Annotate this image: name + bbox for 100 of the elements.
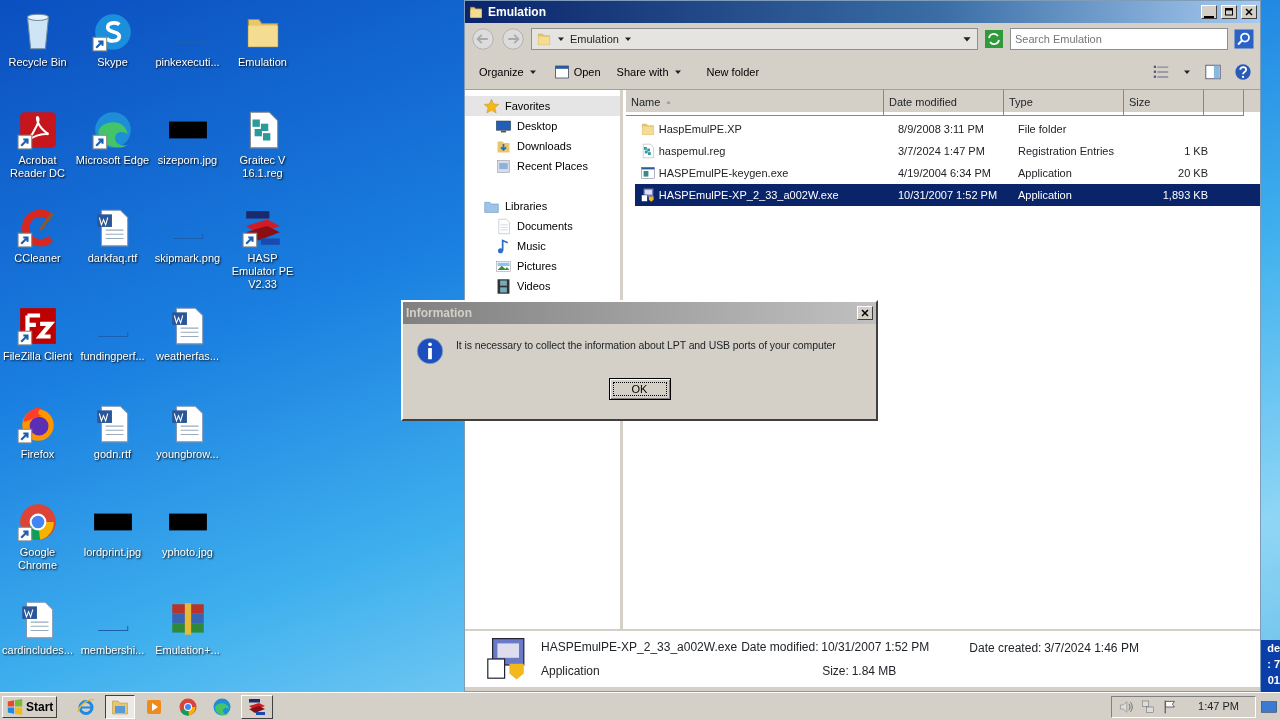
file-row[interactable]: HASPEmulPE-XP_2_33_a002W.exe 10/31/2007 1:52 PM Application 1,893 KB — [635, 184, 1260, 206]
icon-label[interactable]: darkfaq.rtf — [75, 252, 150, 265]
close-button[interactable] — [857, 306, 873, 320]
taskbar-button[interactable] — [105, 694, 136, 719]
file-name: HASPEmulPE-XP_2_33_a002W.exe — [658, 187, 839, 203]
help-icon[interactable] — [1234, 63, 1252, 81]
maximize-button[interactable] — [1221, 5, 1237, 19]
window-title: Information — [406, 305, 473, 322]
icon-label[interactable]: Microsoft Edge — [75, 154, 150, 167]
file-name: HaspEmulPE.XP — [658, 121, 742, 137]
detail-file-type: Application — [541, 662, 601, 680]
start-button[interactable]: Start — [2, 695, 58, 718]
file-name: HASPEmulPE-keygen.exe — [658, 165, 789, 181]
window-fragment-text: de — [1267, 641, 1280, 656]
column-header[interactable]: Type — [1004, 90, 1124, 116]
folder-icon — [536, 31, 552, 47]
icon-label[interactable]: weatherfas... — [150, 350, 225, 363]
detail-label: Date created: — [969, 640, 1042, 657]
folder-icon — [468, 4, 484, 20]
size-cell-text: 1 KB — [1183, 143, 1209, 159]
open-window-icon — [553, 64, 570, 80]
file-row[interactable]: HASPEmulPE-keygen.exe 4/19/2004 6:34 PM Application 20 KB — [635, 162, 1260, 184]
detail-value: 10/31/2007 1:52 PM — [821, 639, 930, 657]
icon-label[interactable]: Acrobat Reader DC — [0, 154, 75, 180]
icon-label[interactable]: HASP Emulator PE V2.33 — [225, 252, 300, 291]
date-cell-text: 8/9/2008 3:11 PM — [897, 121, 986, 137]
file-row[interactable]: HaspEmulPE.XP 8/9/2008 3:11 PM File folder — [635, 118, 1260, 140]
detail-label: Size: — [822, 662, 849, 680]
icon-label[interactable]: Skype — [75, 56, 150, 69]
preview-pane-icon[interactable] — [1204, 63, 1222, 81]
column-header[interactable]: Name — [626, 90, 884, 116]
search-field[interactable]: Search Emulation — [1010, 28, 1228, 50]
acrobat-shortcut-icon[interactable] — [16, 109, 59, 151]
column-header[interactable]: Size — [1124, 90, 1204, 116]
window-title: Emulation — [488, 4, 547, 21]
type-cell-text: File folder — [1017, 121, 1068, 137]
minimize-button[interactable] — [1201, 5, 1217, 19]
refresh-icon[interactable] — [984, 29, 1004, 49]
monitor-icon — [495, 117, 512, 135]
file-name: haspemul.reg — [658, 143, 726, 159]
edge-shortcut-icon[interactable] — [91, 109, 134, 151]
window-fragment-text: : 7 — [1267, 657, 1280, 672]
icon-label[interactable]: fundingperf... — [75, 350, 150, 363]
address-bar[interactable]: Emulation — [531, 28, 978, 50]
size-cell-text: 1,893 KB — [1161, 187, 1209, 203]
icon-label[interactable]: Graitec V 16.1.reg — [225, 154, 300, 180]
icon-label[interactable]: sizeporn.jpg — [150, 154, 225, 167]
icon-label[interactable]: skipmark.png — [150, 252, 225, 265]
registry-file-icon — [640, 143, 656, 159]
info-icon — [415, 336, 445, 366]
icon-label[interactable]: Recycle Bin — [0, 56, 75, 69]
recent-places-icon — [495, 157, 512, 175]
documents-icon — [495, 217, 512, 235]
toolbar-button[interactable]: Organize — [473, 60, 544, 84]
views-icon[interactable] — [1152, 63, 1170, 81]
film-icon — [495, 277, 512, 295]
icon-label[interactable]: CCleaner — [0, 252, 75, 265]
nav-item[interactable]: Downloads — [465, 136, 620, 156]
type-cell-text: Application — [1017, 187, 1073, 203]
nav-item[interactable]: Videos — [465, 276, 620, 296]
icon-label[interactable]: FileZilla Client — [0, 350, 75, 363]
breadcrumb[interactable]: Emulation — [570, 30, 619, 48]
maximize-icon — [1224, 7, 1234, 17]
installer-icon — [640, 187, 656, 203]
nav-item[interactable]: Documents — [465, 216, 620, 236]
ok-button[interactable]: OK — [608, 378, 671, 400]
nav-item[interactable]: Favorites — [465, 96, 620, 116]
hasp-key-icon — [247, 696, 268, 717]
detail-value: 1.84 MB — [851, 662, 897, 680]
filezilla-shortcut-icon[interactable] — [16, 305, 59, 347]
nav-item[interactable]: Music — [465, 236, 620, 256]
chrome-shortcut-icon[interactable] — [16, 501, 59, 543]
application-window-icon — [640, 165, 656, 181]
toolbar-button[interactable]: New folder — [700, 60, 766, 84]
size-cell-text: 20 KB — [1177, 165, 1209, 181]
toolbar-button[interactable]: Share with — [610, 60, 689, 84]
nav-item[interactable]: Libraries — [465, 196, 620, 216]
skype-shortcut-icon[interactable] — [91, 11, 134, 53]
column-header[interactable]: Date modified — [884, 90, 1004, 116]
nav-item[interactable]: Desktop — [465, 116, 620, 136]
icon-label[interactable]: Emulation — [225, 56, 300, 69]
date-cell-text: 3/7/2024 1:47 PM — [897, 143, 986, 159]
nav-item[interactable]: Pictures — [465, 256, 620, 276]
icon-label[interactable]: pinkexecuti... — [150, 56, 225, 69]
search-icon[interactable] — [1234, 29, 1254, 49]
date-cell-text: 10/31/2007 1:52 PM — [897, 187, 999, 203]
type-cell-text: Registration Entries — [1017, 143, 1115, 159]
close-button[interactable] — [1241, 5, 1257, 19]
detail-file-name: HASPEmulPE-XP_2_33_a002W.exe — [541, 639, 738, 657]
minimize-icon — [1204, 15, 1214, 18]
edge-icon — [212, 696, 233, 717]
folder-icon — [640, 121, 656, 137]
type-cell-text: Application — [1017, 165, 1073, 181]
chrome-icon — [178, 696, 199, 717]
icon-label[interactable]: Firefox — [0, 448, 75, 461]
star-icon — [483, 97, 500, 115]
file-row[interactable]: haspemul.reg 3/7/2024 1:47 PM Registration Entries 1 KB — [635, 140, 1260, 162]
close-icon — [1244, 7, 1254, 17]
toolbar-button[interactable]: Open — [547, 60, 607, 84]
nav-item[interactable]: Recent Places — [465, 156, 620, 176]
